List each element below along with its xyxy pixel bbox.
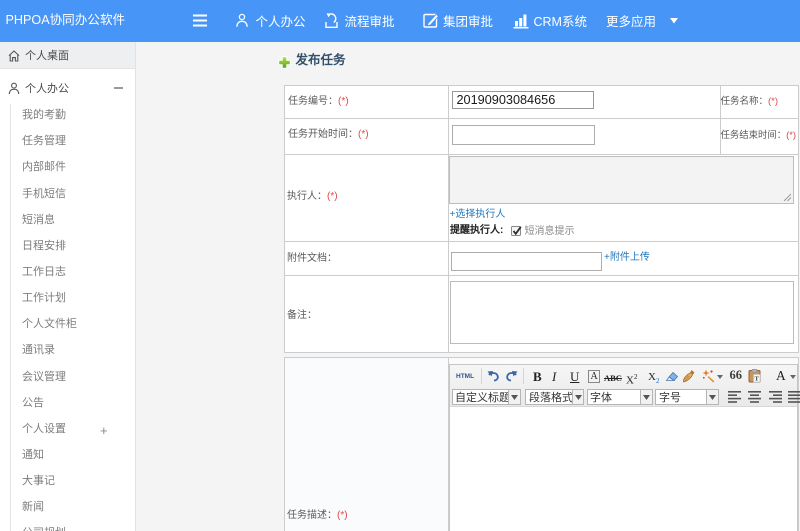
svg-text:T: T xyxy=(755,376,760,383)
